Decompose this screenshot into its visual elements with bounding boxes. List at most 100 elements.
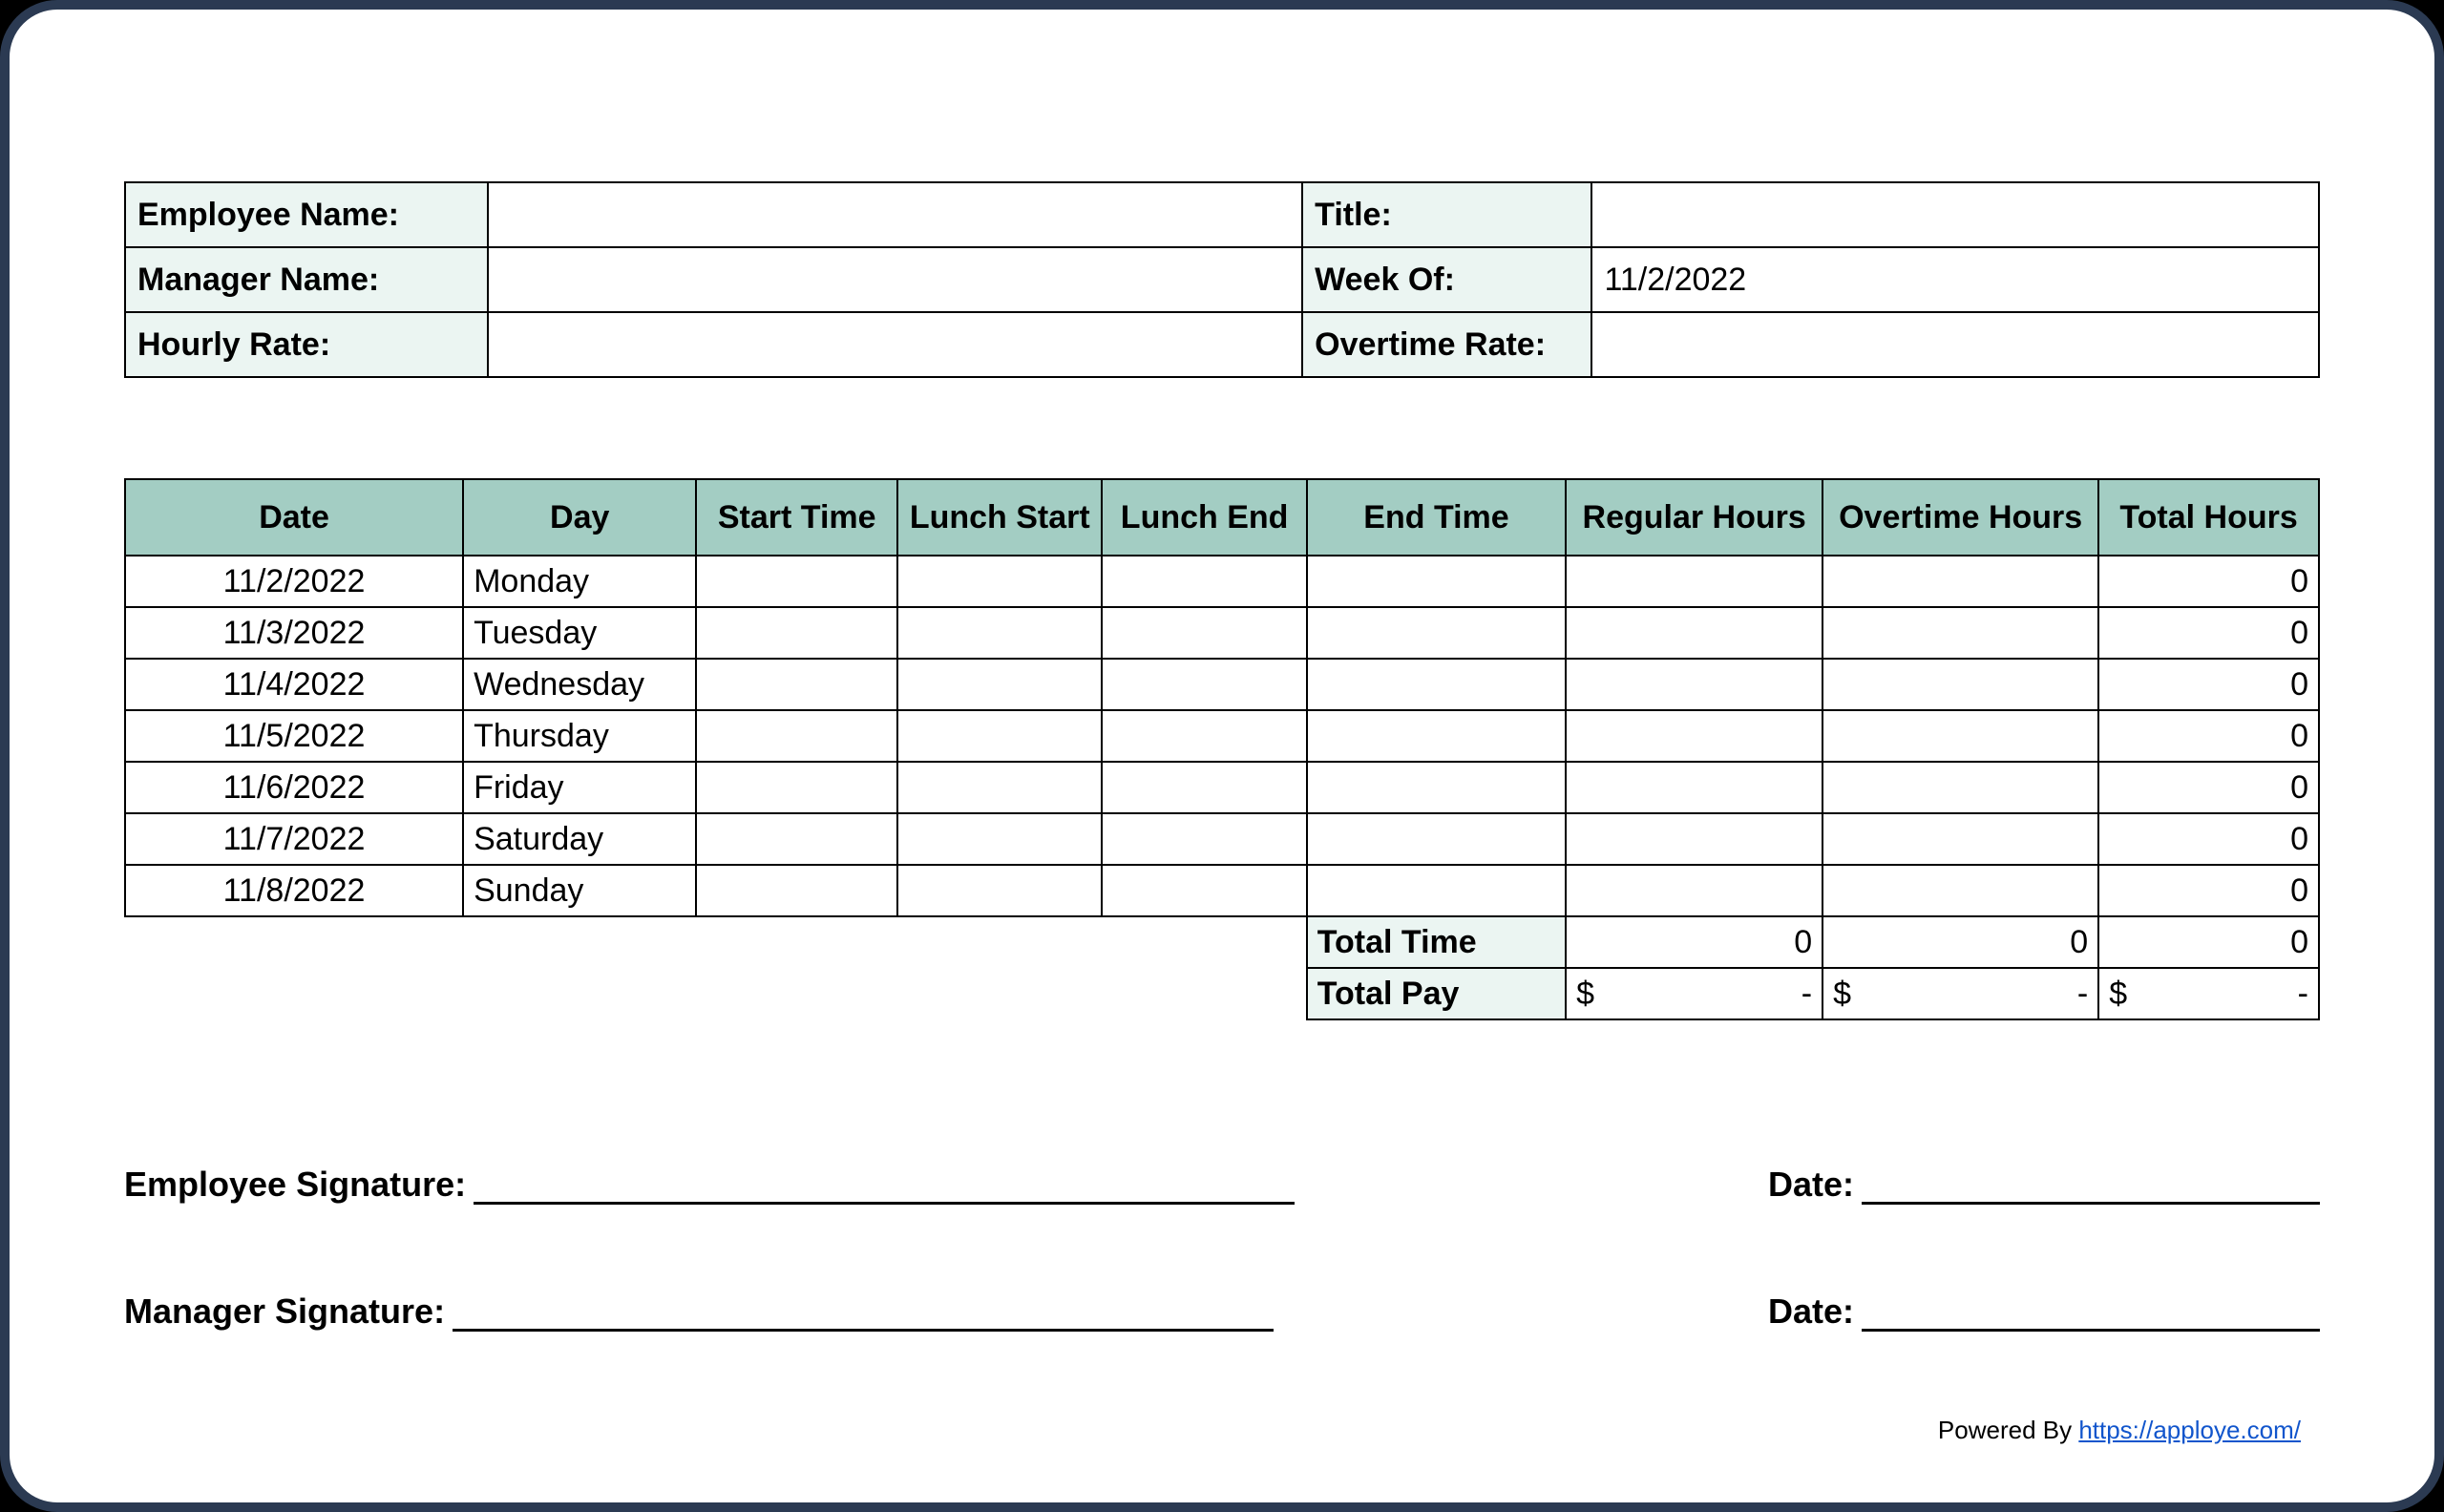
cell-regular[interactable] [1566, 813, 1822, 865]
cell-end[interactable] [1307, 865, 1566, 916]
manager-date-line[interactable] [1862, 1291, 2320, 1332]
info-row: Employee Name: Title: [125, 182, 2319, 247]
cell-overtime[interactable] [1822, 813, 2098, 865]
week-of-label: Week Of: [1302, 247, 1591, 312]
col-lunch-start: Lunch Start [897, 479, 1102, 556]
cell-overtime[interactable] [1822, 865, 2098, 916]
cell-day: Thursday [463, 710, 696, 762]
cell-lunch-start[interactable] [897, 607, 1102, 659]
cell-day: Tuesday [463, 607, 696, 659]
cell-end[interactable] [1307, 607, 1566, 659]
cell-total: 0 [2098, 762, 2319, 813]
cell-day: Wednesday [463, 659, 696, 710]
employee-signature-row: Employee Signature: Date: [124, 1164, 2320, 1205]
col-date: Date [125, 479, 463, 556]
total-pay-overtime: $ - [1822, 968, 2098, 1019]
cell-lunch-start[interactable] [897, 865, 1102, 916]
cell-day: Saturday [463, 813, 696, 865]
table-row: 11/8/2022Sunday0 [125, 865, 2319, 916]
cell-start[interactable] [696, 659, 897, 710]
table-row: 11/7/2022Saturday 0 [125, 813, 2319, 865]
cell-total: 0 [2098, 556, 2319, 607]
cell-start[interactable] [696, 556, 897, 607]
employee-date-line[interactable] [1862, 1164, 2320, 1205]
total-time-overtime: 0 [1822, 916, 2098, 968]
cell-lunch-end[interactable] [1102, 607, 1306, 659]
header-row: Date Day Start Time Lunch Start Lunch En… [125, 479, 2319, 556]
manager-name-label: Manager Name: [125, 247, 488, 312]
cell-overtime[interactable] [1822, 762, 2098, 813]
currency-symbol: $ [2109, 976, 2127, 1013]
table-row: 11/5/2022Thursday0 [125, 710, 2319, 762]
cell-date: 11/2/2022 [125, 556, 463, 607]
cell-start[interactable] [696, 813, 897, 865]
cell-lunch-end[interactable] [1102, 659, 1306, 710]
cell-end[interactable] [1307, 813, 1566, 865]
cell-start[interactable] [696, 607, 897, 659]
currency-symbol: $ [1833, 976, 1851, 1013]
cell-overtime[interactable] [1822, 556, 2098, 607]
cell-date: 11/7/2022 [125, 813, 463, 865]
col-start-time: Start Time [696, 479, 897, 556]
cell-total: 0 [2098, 607, 2319, 659]
cell-start[interactable] [696, 762, 897, 813]
cell-overtime[interactable] [1822, 710, 2098, 762]
col-regular: Regular Hours [1566, 479, 1822, 556]
cell-lunch-start[interactable] [897, 659, 1102, 710]
cell-regular[interactable] [1566, 556, 1822, 607]
cell-lunch-start[interactable] [897, 556, 1102, 607]
manager-signature-label: Manager Signature: [124, 1292, 453, 1332]
cell-overtime[interactable] [1822, 659, 2098, 710]
overtime-rate-value[interactable] [1591, 312, 2319, 377]
apploye-link[interactable]: https://apploye.com/ [2078, 1416, 2301, 1444]
cell-total: 0 [2098, 813, 2319, 865]
cell-lunch-end[interactable] [1102, 710, 1306, 762]
cell-regular[interactable] [1566, 607, 1822, 659]
cell-start[interactable] [696, 710, 897, 762]
timesheet-table: Date Day Start Time Lunch Start Lunch En… [124, 478, 2320, 1020]
cell-end[interactable] [1307, 710, 1566, 762]
cell-end[interactable] [1307, 556, 1566, 607]
currency-symbol: $ [1576, 976, 1594, 1013]
cell-date: 11/3/2022 [125, 607, 463, 659]
cell-lunch-start[interactable] [897, 813, 1102, 865]
pay-value: - [2298, 976, 2308, 1013]
powered-by-label: Powered By [1938, 1416, 2078, 1444]
cell-lunch-end[interactable] [1102, 556, 1306, 607]
week-of-value[interactable]: 11/2/2022 [1591, 247, 2319, 312]
pay-value: - [1801, 976, 1812, 1013]
cell-date: 11/4/2022 [125, 659, 463, 710]
title-value[interactable] [1591, 182, 2319, 247]
cell-end[interactable] [1307, 762, 1566, 813]
cell-start[interactable] [696, 865, 897, 916]
cell-total: 0 [2098, 659, 2319, 710]
cell-regular[interactable] [1566, 710, 1822, 762]
cell-date: 11/8/2022 [125, 865, 463, 916]
cell-lunch-start[interactable] [897, 762, 1102, 813]
hourly-rate-label: Hourly Rate: [125, 312, 488, 377]
employee-signature-label: Employee Signature: [124, 1165, 474, 1205]
col-day: Day [463, 479, 696, 556]
table-row: 11/3/2022Tuesday 0 [125, 607, 2319, 659]
hourly-rate-value[interactable] [488, 312, 1302, 377]
cell-regular[interactable] [1566, 659, 1822, 710]
cell-lunch-start[interactable] [897, 710, 1102, 762]
employee-name-label: Employee Name: [125, 182, 488, 247]
cell-lunch-end[interactable] [1102, 813, 1306, 865]
cell-end[interactable] [1307, 659, 1566, 710]
manager-signature-line[interactable] [453, 1291, 1274, 1332]
employee-name-value[interactable] [488, 182, 1302, 247]
pay-value: - [2077, 976, 2088, 1013]
cell-overtime[interactable] [1822, 607, 2098, 659]
manager-date-label: Date: [1768, 1292, 1862, 1332]
cell-regular[interactable] [1566, 762, 1822, 813]
cell-lunch-end[interactable] [1102, 865, 1306, 916]
cell-total: 0 [2098, 710, 2319, 762]
employee-signature-line[interactable] [474, 1164, 1295, 1205]
cell-lunch-end[interactable] [1102, 762, 1306, 813]
total-pay-label: Total Pay [1307, 968, 1566, 1019]
cell-regular[interactable] [1566, 865, 1822, 916]
table-row: 11/2/2022Monday0 [125, 556, 2319, 607]
timesheet-document: Employee Name: Title: Manager Name: Week… [0, 0, 2444, 1512]
manager-name-value[interactable] [488, 247, 1302, 312]
